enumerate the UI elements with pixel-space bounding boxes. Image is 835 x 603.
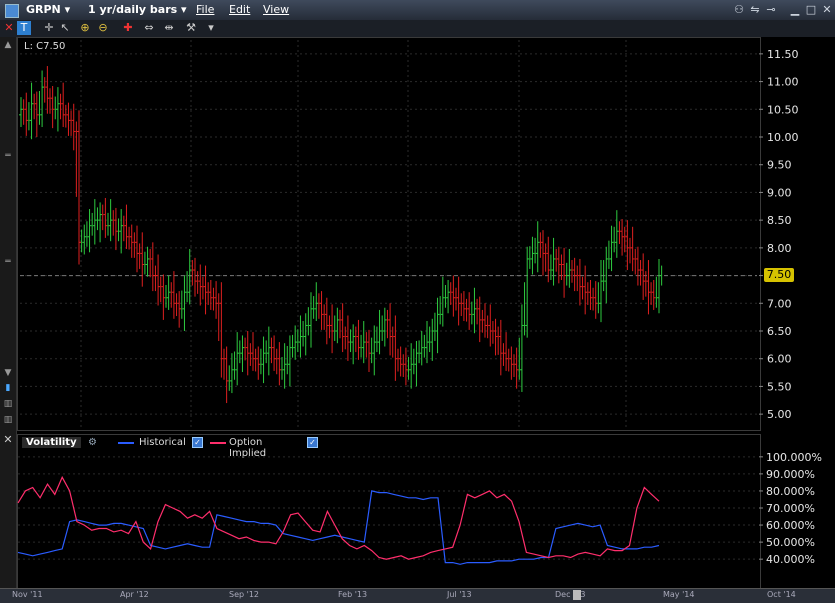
y-tick-label: 5.00: [767, 408, 792, 421]
historical-legend-label: Historical: [139, 437, 186, 448]
historical-swatch: [118, 442, 134, 444]
window-icon: [5, 4, 19, 18]
y-tick-label: 80.000%: [766, 485, 815, 498]
time-navigator[interactable]: Nov '11 Apr '12 Sep '12 Feb '13 Jul '13 …: [0, 588, 835, 603]
current-price-tag: 7.50: [764, 268, 794, 282]
crosshair-red-icon[interactable]: ✚: [121, 21, 135, 35]
volatility-panel[interactable]: [17, 434, 761, 590]
y-tick-label: 70.000%: [766, 502, 815, 515]
period-label: 1 yr/daily bars: [88, 3, 178, 16]
nav-label: Oct '14: [767, 590, 796, 599]
implied-swatch: [210, 442, 226, 444]
settings-icon[interactable]: ⚙: [88, 437, 97, 448]
link-icon[interactable]: ⇋: [748, 3, 762, 17]
divider-handle-icon-2[interactable]: ═: [3, 257, 13, 267]
menu-edit[interactable]: Edit: [229, 3, 250, 16]
implied-legend-label: Option Implied: [229, 437, 267, 459]
chart-toolbar: ✕ T ✛ ↖ ⊕ ⊖ ✚ ⇔ ⇹ ⚒ ▾: [0, 20, 835, 37]
historical-checkbox[interactable]: ✓: [192, 437, 203, 448]
text-tool-icon[interactable]: T: [17, 21, 31, 35]
y-tick-label: 11.50: [767, 48, 799, 61]
y-tick-label: 10.50: [767, 103, 799, 116]
title-bar: GRPN ▾ 1 yr/daily bars ▾ File Edit View …: [0, 0, 835, 21]
implied-checkbox[interactable]: ✓: [307, 437, 318, 448]
bars-icon[interactable]: ▥: [3, 399, 13, 409]
close-icon[interactable]: ✕: [820, 3, 834, 17]
y-tick-label: 40.000%: [766, 553, 815, 566]
nav-label: May '14: [663, 590, 695, 599]
cursor-icon[interactable]: ↖: [58, 21, 72, 35]
nav-label: Feb '13: [338, 590, 368, 599]
volatility-title: Volatility: [22, 437, 81, 448]
y-tick-label: 6.00: [767, 353, 792, 366]
y-tick-label: 5.50: [767, 380, 792, 393]
y-tick-label: 7.00: [767, 297, 792, 310]
menu-file[interactable]: File: [196, 3, 214, 16]
y-tick-label: 10.00: [767, 131, 799, 144]
scroll-down-icon[interactable]: ▼: [3, 368, 13, 378]
zoom-out-icon[interactable]: ⊖: [96, 21, 110, 35]
nav-label: Jul '13: [447, 590, 472, 599]
symbol-dropdown[interactable]: GRPN ▾: [26, 3, 70, 16]
menu-view[interactable]: View: [263, 3, 289, 16]
close-panel-icon[interactable]: ✕: [3, 433, 13, 446]
indicator-icon[interactable]: ▮: [3, 383, 13, 393]
y-tick-label: 11.00: [767, 76, 799, 89]
scroll-up-icon[interactable]: ▲: [3, 40, 13, 50]
nav-label: Sep '12: [229, 590, 259, 599]
y-tick-label: 60.000%: [766, 519, 815, 532]
bars-icon-2[interactable]: ▥: [3, 415, 13, 425]
nav-label: Nov '11: [12, 590, 43, 599]
left-scrollbar[interactable]: ▲ ═ ═ ▼ ▮ ▥ ▥ ✕: [0, 37, 17, 588]
pan-icon[interactable]: ⇔: [142, 21, 156, 35]
zoom-in-icon[interactable]: ⊕: [78, 21, 92, 35]
y-tick-label: 6.50: [767, 325, 792, 338]
divider-handle-icon[interactable]: ═: [3, 151, 13, 161]
pin-icon[interactable]: ⊸: [764, 3, 778, 17]
nav-label: Apr '12: [120, 590, 149, 599]
nav-handle-icon[interactable]: [573, 590, 581, 600]
crosshair-icon[interactable]: ✛: [42, 21, 56, 35]
y-tick-label: 9.00: [767, 186, 792, 199]
maximize-icon[interactable]: □: [804, 3, 818, 17]
group-icon[interactable]: ⚇: [732, 3, 746, 17]
symbol-label: GRPN: [26, 3, 61, 16]
minimize-icon[interactable]: ▁: [788, 3, 802, 17]
price-panel[interactable]: [17, 37, 761, 431]
dropdown-icon[interactable]: ▾: [204, 21, 218, 35]
y-tick-label: 8.50: [767, 214, 792, 227]
y-tick-label: 100.000%: [766, 451, 822, 464]
y-tick-label: 90.000%: [766, 468, 815, 481]
y-tick-label: 50.000%: [766, 536, 815, 549]
close-chart-icon[interactable]: ✕: [2, 21, 16, 35]
y-tick-label: 9.50: [767, 159, 792, 172]
wrench-icon[interactable]: ⚒: [184, 21, 198, 35]
scale-icon[interactable]: ⇹: [162, 21, 176, 35]
last-price-label: L: C7.50: [24, 41, 66, 52]
period-dropdown[interactable]: 1 yr/daily bars ▾: [88, 3, 187, 16]
y-tick-label: 8.00: [767, 242, 792, 255]
